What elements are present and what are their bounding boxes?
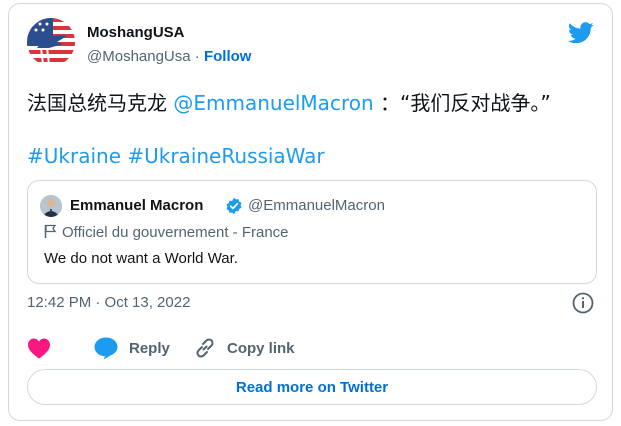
twitter-bird-icon[interactable]	[568, 22, 594, 44]
info-icon[interactable]	[572, 292, 594, 314]
tweet-text-after: ：“我们反对战争。”	[373, 91, 551, 115]
quoted-tweet[interactable]: Emmanuel Macron @EmmanuelMacron Officiel…	[27, 180, 597, 284]
hashtag-ukraine[interactable]: #Ukraine	[27, 144, 121, 168]
link-icon	[196, 338, 214, 358]
copy-link-button[interactable]: Copy link	[193, 334, 295, 362]
tweet-card: MoshangUSA @MoshangUsa · Follow 法国总统马克龙 …	[8, 3, 613, 421]
government-label-text: Officiel du gouvernement - France	[62, 224, 289, 241]
quoted-tweet-text: We do not want a World War.	[44, 250, 238, 267]
verified-badge-icon	[226, 197, 242, 215]
mention-link[interactable]: @EmmanuelMacron	[173, 91, 373, 115]
copy-link-label: Copy link	[227, 339, 295, 357]
reply-label: Reply	[129, 339, 170, 357]
reply-icon	[94, 337, 118, 360]
read-more-button[interactable]: Read more on Twitter	[27, 369, 597, 405]
flag-icon	[44, 224, 57, 238]
meta-separator: ·	[190, 48, 204, 65]
author-handle[interactable]: @MoshangUsa	[87, 48, 191, 65]
quoted-author-avatar	[40, 195, 62, 217]
author-avatar[interactable]	[27, 18, 75, 66]
reply-button[interactable]: Reply	[93, 334, 170, 362]
government-label: Officiel du gouvernement - France	[44, 224, 289, 241]
tweet-text: 法国总统马克龙 @EmmanuelMacron ：“我们反对战争。”	[27, 90, 597, 116]
author-meta: @MoshangUsa · Follow	[87, 48, 251, 65]
author-name[interactable]: MoshangUSA	[87, 24, 185, 41]
heart-icon	[28, 338, 50, 359]
follow-button[interactable]: Follow	[204, 48, 252, 65]
tweet-text-before: 法国总统马克龙	[27, 91, 174, 115]
quoted-author-handle: @EmmanuelMacron	[248, 197, 385, 214]
hashtag-ukraine-russia-war[interactable]: #UkraineRussiaWar	[127, 144, 324, 168]
like-button[interactable]	[27, 334, 51, 362]
action-bar: Reply Copy link	[27, 334, 597, 362]
tweet-timestamp[interactable]: 12:42 PM · Oct 13, 2022	[27, 294, 190, 311]
hashtag-line: #Ukraine #UkraineRussiaWar	[27, 144, 325, 168]
quoted-author-name: Emmanuel Macron	[70, 197, 204, 214]
